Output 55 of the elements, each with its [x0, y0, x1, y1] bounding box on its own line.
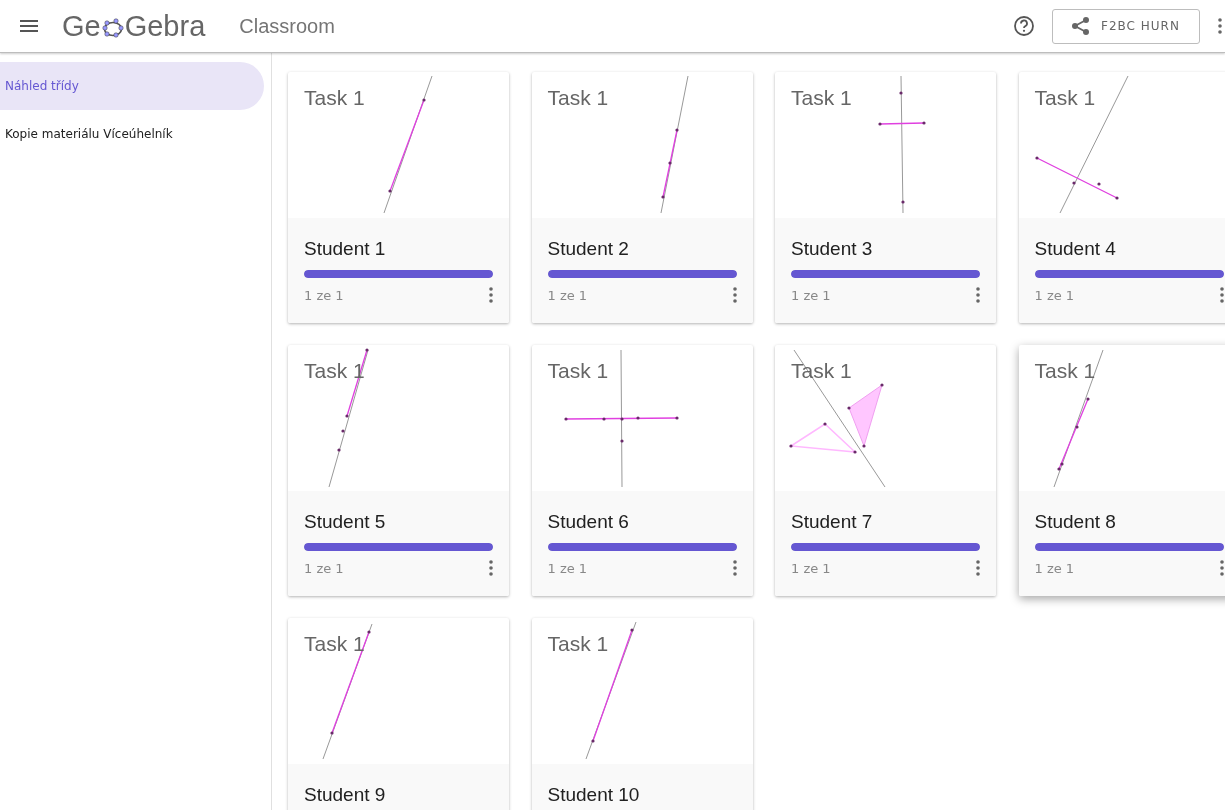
- sidebar-item[interactable]: Náhled třídy: [0, 62, 264, 110]
- student-card[interactable]: Task 1 Student 9: [288, 618, 509, 810]
- student-card[interactable]: Task 1 Student 3 1 ze 1: [775, 72, 996, 323]
- progress-count: 1 ze 1: [304, 287, 344, 303]
- help-icon[interactable]: [1013, 15, 1035, 37]
- logo-text: Gebra: [124, 11, 206, 41]
- student-card[interactable]: Task 1 Student 7 1 ze 1: [775, 345, 996, 596]
- progress-count: 1 ze 1: [547, 560, 588, 576]
- student-name: Student 4: [1034, 237, 1117, 261]
- student-name: Student 2: [547, 237, 630, 261]
- task-title: Task 1: [304, 86, 365, 110]
- student-name: Student 7: [791, 510, 874, 534]
- share-button[interactable]: F2BC HURN: [1052, 8, 1200, 44]
- logo-text: Ge: [62, 11, 101, 41]
- student-card[interactable]: Task 1 Student 2 1 ze 1: [531, 72, 753, 323]
- menu-icon[interactable]: [20, 20, 38, 32]
- student-name: Student 6: [547, 510, 630, 534]
- more-icon[interactable]: [489, 287, 493, 303]
- progress-count: 1 ze 1: [304, 560, 344, 576]
- pentagon-logo-icon: [101, 18, 124, 38]
- share-icon: [1071, 16, 1091, 36]
- student-name: Student 3: [791, 237, 874, 261]
- student-name: Student 9: [304, 783, 387, 807]
- student-card[interactable]: Task 1 Student 4 1 ze 1: [1018, 72, 1225, 323]
- task-title: Task 1: [1034, 86, 1096, 110]
- progress-count: 1 ze 1: [1034, 287, 1075, 303]
- more-icon[interactable]: [1219, 287, 1224, 303]
- more-icon[interactable]: [976, 560, 980, 576]
- task-title: Task 1: [1034, 359, 1096, 383]
- more-icon[interactable]: [732, 287, 737, 303]
- student-name: Student 8: [1034, 510, 1117, 534]
- more-icon[interactable]: [1218, 18, 1222, 34]
- more-icon[interactable]: [976, 287, 980, 303]
- progress-count: 1 ze 1: [1034, 560, 1075, 576]
- student-card[interactable]: Task 1 Student 6 1 ze 1: [531, 345, 753, 596]
- student-card[interactable]: Task 1 Student 1 1 ze 1: [288, 72, 509, 323]
- task-title: Task 1: [547, 632, 609, 656]
- more-icon[interactable]: [1219, 560, 1224, 576]
- progress-count: 1 ze 1: [547, 287, 588, 303]
- task-title: Task 1: [304, 632, 365, 656]
- sidebar-item[interactable]: Kopie materiálu Víceúhelník: [0, 110, 264, 158]
- more-icon[interactable]: [489, 560, 493, 576]
- app-name: Classroom: [239, 14, 335, 38]
- student-name: Student 10: [547, 783, 641, 807]
- task-title: Task 1: [791, 359, 852, 383]
- student-name: Student 1: [304, 237, 387, 261]
- student-card[interactable]: Task 1 Student 8 1 ze 1: [1018, 345, 1225, 596]
- task-title: Task 1: [547, 359, 609, 383]
- progress-count: 1 ze 1: [791, 287, 831, 303]
- task-title: Task 1: [791, 86, 852, 110]
- student-card[interactable]: Task 1 Student 10: [531, 618, 753, 810]
- more-icon[interactable]: [732, 560, 737, 576]
- task-title: Task 1: [547, 86, 609, 110]
- progress-count: 1 ze 1: [791, 560, 831, 576]
- student-name: Student 5: [304, 510, 387, 534]
